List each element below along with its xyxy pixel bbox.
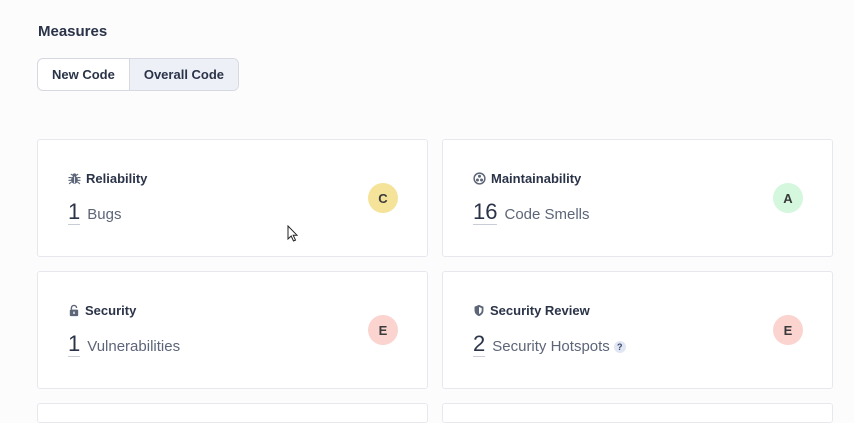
security-hotspots-count[interactable]: 2 <box>473 332 486 357</box>
reliability-card: Reliability 1 Bugs C <box>37 139 428 257</box>
maintainability-title: Maintainability <box>491 171 582 186</box>
security-header: Security <box>68 303 136 318</box>
code-smells-count[interactable]: 16 <box>473 200 498 225</box>
code-smells-label: Code Smells <box>504 206 590 223</box>
next-card-right <box>442 403 833 423</box>
reliability-grade-badge: C <box>368 183 398 213</box>
maintainability-header: Maintainability <box>473 171 581 186</box>
shield-icon <box>473 304 485 317</box>
security-hotspots-label: Security Hotspots? <box>492 338 626 355</box>
vulnerabilities-label: Vulnerabilities <box>87 338 181 355</box>
code-scope-toggle: New Code Overall Code <box>37 58 240 91</box>
next-card-left <box>37 403 428 423</box>
maintainability-card: Maintainability 16 Code Smells A <box>442 139 833 257</box>
security-review-metric: 2 Security Hotspots? <box>473 332 626 357</box>
tab-overall-code[interactable]: Overall Code <box>128 59 239 90</box>
tab-new-code[interactable]: New Code <box>38 59 129 90</box>
security-review-grade-badge: E <box>773 315 803 345</box>
reliability-metric: 1 Bugs <box>68 200 121 225</box>
help-icon[interactable]: ? <box>613 341 626 353</box>
security-card: Security 1 Vulnerabilities E <box>37 271 428 389</box>
security-metric: 1 Vulnerabilities <box>68 332 180 357</box>
reliability-header: Reliability <box>68 171 147 186</box>
security-review-title: Security Review <box>490 303 590 318</box>
vulnerabilities-count[interactable]: 1 <box>68 332 81 357</box>
security-review-header: Security Review <box>473 303 590 318</box>
measures-title: Measures <box>38 23 108 40</box>
bug-icon <box>68 172 81 185</box>
maintainability-icon <box>473 172 486 185</box>
security-title: Security <box>85 303 137 318</box>
maintainability-grade-badge: A <box>773 183 803 213</box>
security-review-card: Security Review 2 Security Hotspots? E <box>442 271 833 389</box>
bugs-count[interactable]: 1 <box>68 200 81 225</box>
security-grade-badge: E <box>368 315 398 345</box>
reliability-title: Reliability <box>86 171 148 186</box>
bugs-label: Bugs <box>87 206 122 223</box>
lock-icon <box>68 304 80 317</box>
maintainability-metric: 16 Code Smells <box>473 200 590 225</box>
mouse-cursor-icon <box>287 224 299 248</box>
